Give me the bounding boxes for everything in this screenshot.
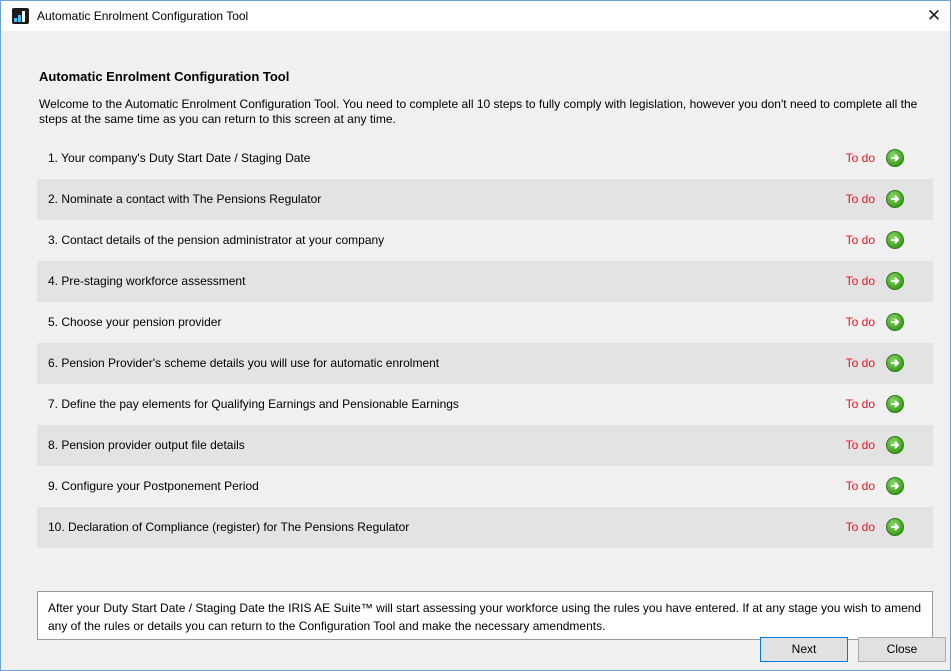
step-row-3: 3. Contact details of the pension admini… — [37, 220, 933, 261]
app-icon — [12, 8, 29, 24]
step-label: 8. Pension provider output file details — [48, 438, 245, 452]
arrow-right-icon[interactable] — [886, 149, 904, 167]
arrow-right-icon[interactable] — [886, 395, 904, 413]
step-row-5: 5. Choose your pension provider To do — [37, 302, 933, 343]
step-status[interactable]: To do — [846, 274, 875, 288]
window-title: Automatic Enrolment Configuration Tool — [37, 9, 249, 23]
step-label: 3. Contact details of the pension admini… — [48, 233, 385, 247]
arrow-right-icon[interactable] — [886, 272, 904, 290]
window-close-icon[interactable]: ✕ — [924, 5, 944, 27]
title-bar: Automatic Enrolment Configuration Tool ✕ — [1, 1, 950, 31]
next-button[interactable]: Next — [760, 637, 848, 662]
step-status[interactable]: To do — [846, 520, 875, 534]
step-status[interactable]: To do — [846, 192, 875, 206]
arrow-right-icon[interactable] — [886, 190, 904, 208]
step-label: 4. Pre-staging workforce assessment — [48, 274, 246, 288]
step-status[interactable]: To do — [846, 479, 875, 493]
step-row-7: 7. Define the pay elements for Qualifyin… — [37, 384, 933, 425]
arrow-right-icon[interactable] — [886, 231, 904, 249]
step-label: 9. Configure your Postponement Period — [48, 479, 259, 493]
info-note: After your Duty Start Date / Staging Dat… — [37, 591, 933, 640]
step-label: 7. Define the pay elements for Qualifyin… — [48, 397, 459, 411]
step-label: 10. Declaration of Compliance (register)… — [48, 520, 410, 534]
config-tool-window: Automatic Enrolment Configuration Tool ✕… — [0, 0, 951, 671]
step-row-10: 10. Declaration of Compliance (register)… — [37, 507, 933, 548]
arrow-right-icon[interactable] — [886, 477, 904, 495]
step-row-2: 2. Nominate a contact with The Pensions … — [37, 179, 933, 220]
step-row-9: 9. Configure your Postponement Period To… — [37, 466, 933, 507]
step-status[interactable]: To do — [846, 233, 875, 247]
step-status[interactable]: To do — [846, 315, 875, 329]
step-label: 1. Your company's Duty Start Date / Stag… — [48, 151, 311, 165]
arrow-right-icon[interactable] — [886, 436, 904, 454]
step-row-4: 4. Pre-staging workforce assessment To d… — [37, 261, 933, 302]
step-label: 6. Pension Provider's scheme details you… — [48, 356, 440, 370]
arrow-right-icon[interactable] — [886, 518, 904, 536]
arrow-right-icon[interactable] — [886, 313, 904, 331]
page-title: Automatic Enrolment Configuration Tool — [39, 69, 290, 84]
step-status[interactable]: To do — [846, 151, 875, 165]
step-row-1: 1. Your company's Duty Start Date / Stag… — [37, 138, 933, 179]
step-row-6: 6. Pension Provider's scheme details you… — [37, 343, 933, 384]
step-status[interactable]: To do — [846, 356, 875, 370]
step-label: 5. Choose your pension provider — [48, 315, 222, 329]
step-status[interactable]: To do — [846, 438, 875, 452]
intro-text: Welcome to the Automatic Enrolment Confi… — [39, 97, 918, 126]
step-status[interactable]: To do — [846, 397, 875, 411]
close-button[interactable]: Close — [858, 637, 946, 662]
step-row-8: 8. Pension provider output file details … — [37, 425, 933, 466]
steps-list: 1. Your company's Duty Start Date / Stag… — [37, 138, 933, 548]
arrow-right-icon[interactable] — [886, 354, 904, 372]
step-label: 2. Nominate a contact with The Pensions … — [48, 192, 322, 206]
